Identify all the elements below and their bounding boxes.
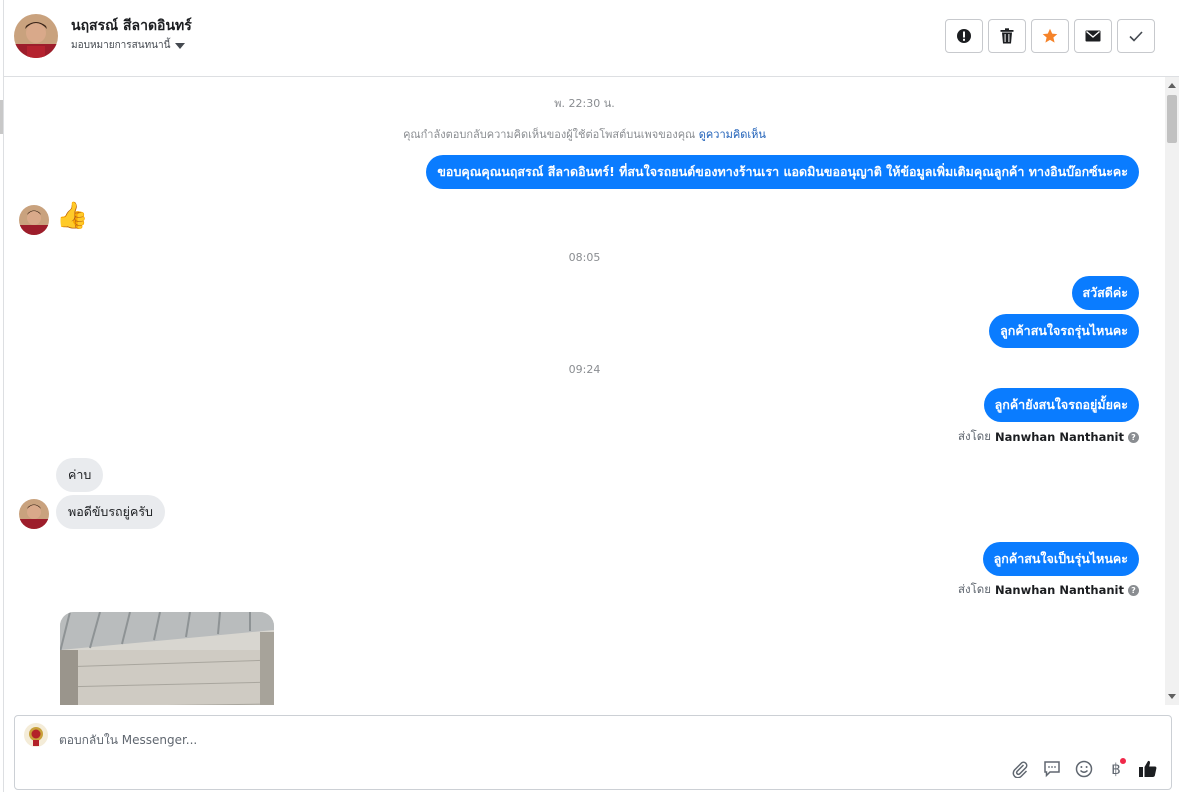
payment-icon: ฿: [1111, 760, 1121, 778]
delete-button[interactable]: [988, 19, 1026, 53]
notice-text: คุณกำลังตอบกลับความคิดเห็นของผู้ใช้ต่อโพ…: [403, 128, 696, 141]
timestamp: 08:05: [568, 251, 601, 264]
outgoing-message[interactable]: ลูกค้าสนใจรถรุ่นไหนคะ: [989, 314, 1139, 348]
message-thread[interactable]: พ. 22:30 น. คุณกำลังตอบกลับความคิดเห็นขอ…: [4, 77, 1165, 705]
notification-dot: [1120, 758, 1126, 764]
mark-unread-button[interactable]: [1074, 19, 1112, 53]
star-button[interactable]: [1031, 19, 1069, 53]
sent-by-prefix: ส่งโดย: [957, 582, 992, 596]
incoming-message[interactable]: พอดีขับรถยู่ครับ: [56, 495, 165, 529]
page-avatar: [24, 723, 48, 747]
sender-name: Nanwhan Nanthanit: [995, 430, 1124, 444]
like-icon: [1139, 760, 1157, 777]
saved-reply-button[interactable]: [1041, 758, 1063, 780]
mark-done-button[interactable]: [1117, 19, 1155, 53]
attach-button[interactable]: [1009, 758, 1031, 780]
payment-button[interactable]: ฿: [1105, 758, 1127, 780]
help-icon[interactable]: ?: [1128, 431, 1139, 443]
attach-icon: [1012, 761, 1028, 778]
saved-reply-icon: [1044, 761, 1060, 778]
spam-button[interactable]: [945, 19, 983, 53]
conversation-header: นฤสรณ์ สีลาดอินทร์ มอบหมายการสนทนานี้: [4, 0, 1179, 77]
outgoing-message[interactable]: ลูกค้าสนใจเป็นรุ่นไหนคะ: [982, 542, 1139, 576]
caret-down-icon: [175, 42, 186, 49]
star-icon: [1042, 28, 1058, 43]
scroll-down-arrow-icon[interactable]: [1168, 694, 1176, 699]
contact-name[interactable]: นฤสรณ์ สีลาดอินทร์: [71, 15, 192, 37]
timestamp: 09:24: [568, 363, 601, 376]
outgoing-message[interactable]: ขอบคุณคุณนฤสรณ์ สีลาดอินทร์! ที่สนใจรถยน…: [426, 155, 1139, 189]
comment-reply-notice: คุณกำลังตอบกลับความคิดเห็นของผู้ใช้ต่อโพ…: [4, 125, 1165, 143]
contact-avatar[interactable]: [14, 14, 58, 58]
reply-composer[interactable]: ตอบกลับใน Messenger... ฿: [14, 715, 1172, 790]
thread-scrollbar[interactable]: [1165, 77, 1179, 705]
check-icon: [1129, 30, 1143, 42]
like-button[interactable]: [1137, 758, 1159, 780]
outgoing-message[interactable]: สวัสดีค่ะ: [1071, 276, 1139, 310]
assign-conversation-dropdown[interactable]: มอบหมายการสนทนานี้: [71, 38, 186, 53]
sent-by-label: ส่งโดย Nanwhan Nanthanit ?: [958, 581, 1139, 599]
incoming-message[interactable]: ค่าบ: [56, 458, 104, 492]
scroll-up-arrow-icon[interactable]: [1168, 83, 1176, 88]
sender-name: Nanwhan Nanthanit: [995, 583, 1124, 597]
sent-by-prefix: ส่งโดย: [957, 429, 992, 443]
help-icon[interactable]: ?: [1128, 584, 1139, 596]
scroll-thumb[interactable]: [1167, 95, 1177, 143]
composer-tools: ฿: [1009, 758, 1159, 780]
timestamp: พ. 22:30 น.: [554, 97, 615, 110]
thumbs-up-icon[interactable]: 👍: [56, 201, 88, 231]
sent-by-label: ส่งโดย Nanwhan Nanthanit ?: [958, 428, 1139, 446]
emoji-button[interactable]: [1073, 758, 1095, 780]
assign-label: มอบหมายการสนทนานี้: [71, 40, 171, 51]
view-comment-link[interactable]: ดูความคิดเห็น: [699, 128, 766, 141]
left-edge-tick: [0, 100, 3, 134]
envelope-icon: [1085, 30, 1101, 42]
contact-avatar-small: [19, 205, 49, 235]
contact-avatar-small: [19, 499, 49, 529]
trash-icon: [1000, 28, 1014, 44]
outgoing-message[interactable]: ลูกค้ายังสนใจรถอยู่มั้ยคะ: [983, 388, 1139, 422]
reply-input[interactable]: ตอบกลับใน Messenger...: [59, 731, 197, 750]
emoji-icon: [1075, 760, 1093, 778]
header-actions: [945, 19, 1155, 53]
exclamation-icon: [957, 29, 971, 43]
attached-photo[interactable]: [60, 612, 274, 705]
